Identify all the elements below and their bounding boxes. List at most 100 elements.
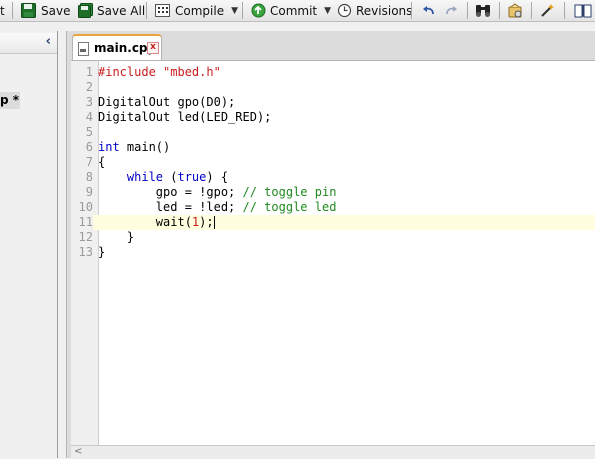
help-book-button[interactable] [574,0,592,21]
undo-icon [421,3,436,18]
code-text: wait(1); [98,215,215,230]
text-cursor [213,216,215,229]
revisions-icon [337,3,352,18]
line-number: 1 [85,65,93,79]
code-line[interactable]: 12 } [71,230,595,245]
code-line[interactable]: 11 wait(1); [71,215,595,230]
save-icon [21,3,36,18]
code-token: // toggle led [242,200,337,214]
code-line[interactable]: 6 int main() [71,140,595,155]
code-line[interactable]: 7{ [71,155,595,170]
toolbar-separator [531,2,532,19]
commit-label: Commit [270,3,318,18]
code-text: while (true) { [98,170,228,185]
compile-button[interactable]: Compile ▼ [155,0,238,21]
line-number: 11 [71,215,93,230]
code-token: ); [199,215,214,229]
line-number: 9 [85,185,93,199]
code-line[interactable]: 1 #include "mbed.h" [71,65,595,80]
close-tab-icon[interactable]: x [147,42,159,54]
line-number: 7 [85,155,93,169]
horizontal-scrollbar[interactable]: < [71,445,595,459]
toolbar-separator [242,2,243,19]
wand-icon [540,3,555,18]
toolbar-partial-label: t [0,3,5,18]
left-panel-header: ‹ [0,33,57,54]
collapse-left-icon[interactable]: ‹ [46,34,51,49]
redo-button[interactable] [444,0,459,21]
line-number: 4 [85,110,93,124]
toolbar-separator [146,2,147,19]
code-line[interactable]: 8 while (true) { [71,170,595,185]
wand-button[interactable] [540,0,555,21]
code-text: } [98,230,134,245]
tab-main-cpp[interactable]: main.cpp x [72,34,162,60]
code-line[interactable]: 9 gpo = !gpo; // toggle pin [71,185,595,200]
code-token: int [98,140,120,154]
code-line[interactable]: 10 led = !led; // toggle led [71,200,595,215]
chevron-down-icon[interactable]: ▼ [324,6,331,16]
code-text: } [98,245,105,260]
line-number: 8 [85,170,93,184]
code-line[interactable]: 4 DigitalOut led(LED_RED); [71,110,595,125]
code-token: ) { [206,170,229,184]
code-line[interactable]: 3 DigitalOut gpo(D0); [71,95,595,110]
code-token: while [126,170,164,184]
code-text: { [98,155,105,170]
toolbar-partial-button[interactable]: t [0,0,5,21]
code-text: gpo = !gpo; // toggle pin [98,185,337,200]
toolbar-separator [12,2,13,19]
code-text: DigitalOut gpo(D0); [98,95,235,110]
scroll-left-icon[interactable]: < [74,446,82,457]
code-token: gpo = !gpo; [98,185,243,199]
revisions-button[interactable]: Revisions [337,0,412,21]
tree-item-modified[interactable]: p * [0,92,21,109]
code-token: #include [98,65,164,79]
compile-icon [155,3,170,18]
commit-button[interactable]: Commit ▼ [251,0,331,21]
line-number: 6 [85,140,93,154]
redo-icon [444,3,459,18]
code-line[interactable]: 2 [71,80,595,95]
save-all-label: Save All [97,3,146,18]
save-label: Save [41,3,71,18]
toolbar: t Save Save All Compile ▼ Commit ▼ Revis… [0,0,595,22]
file-icon [78,42,89,56]
code-text: led = !led; // toggle led [98,200,337,215]
line-number: 13 [78,245,93,259]
code-token: true [177,170,207,184]
line-number: 2 [85,80,93,94]
code-text: #include "mbed.h" [98,65,221,80]
code-token: // toggle pin [242,185,337,199]
find-button[interactable] [475,0,491,21]
code-token: led = !led; [98,200,243,214]
book-icon [574,3,592,18]
line-number: 5 [85,125,93,139]
code-token: DigitalOut gpo(D0); [98,95,236,109]
code-text: int main() [98,140,170,155]
chevron-down-icon[interactable]: ▼ [231,6,238,16]
undo-button[interactable] [421,0,436,21]
compile-label: Compile [175,3,225,18]
code-token: DigitalOut led(LED_RED); [98,110,272,124]
code-token: ( [163,170,178,184]
line-number: 12 [78,230,93,244]
left-panel: ‹ p * [0,31,58,458]
code-line[interactable]: 13} [71,245,595,260]
code-line[interactable]: 5 [71,125,595,140]
format-icon [507,2,523,19]
line-number: 10 [78,200,93,214]
toolbar-separator [467,2,468,19]
code-token: } [98,230,135,244]
code-token: wait( [98,215,192,229]
code-editor[interactable]: 1 #include "mbed.h" 2 3 DigitalOut gpo(D0); 4… [71,60,595,446]
toolbar-separator [564,2,565,19]
find-icon [475,3,491,18]
format-button[interactable] [507,0,523,21]
commit-icon [251,3,266,18]
save-all-icon [78,3,93,18]
code-token: "mbed.h" [163,65,221,79]
save-button[interactable]: Save [21,0,70,21]
toolbar-separator [411,2,412,19]
save-all-button[interactable]: Save All [78,0,145,21]
